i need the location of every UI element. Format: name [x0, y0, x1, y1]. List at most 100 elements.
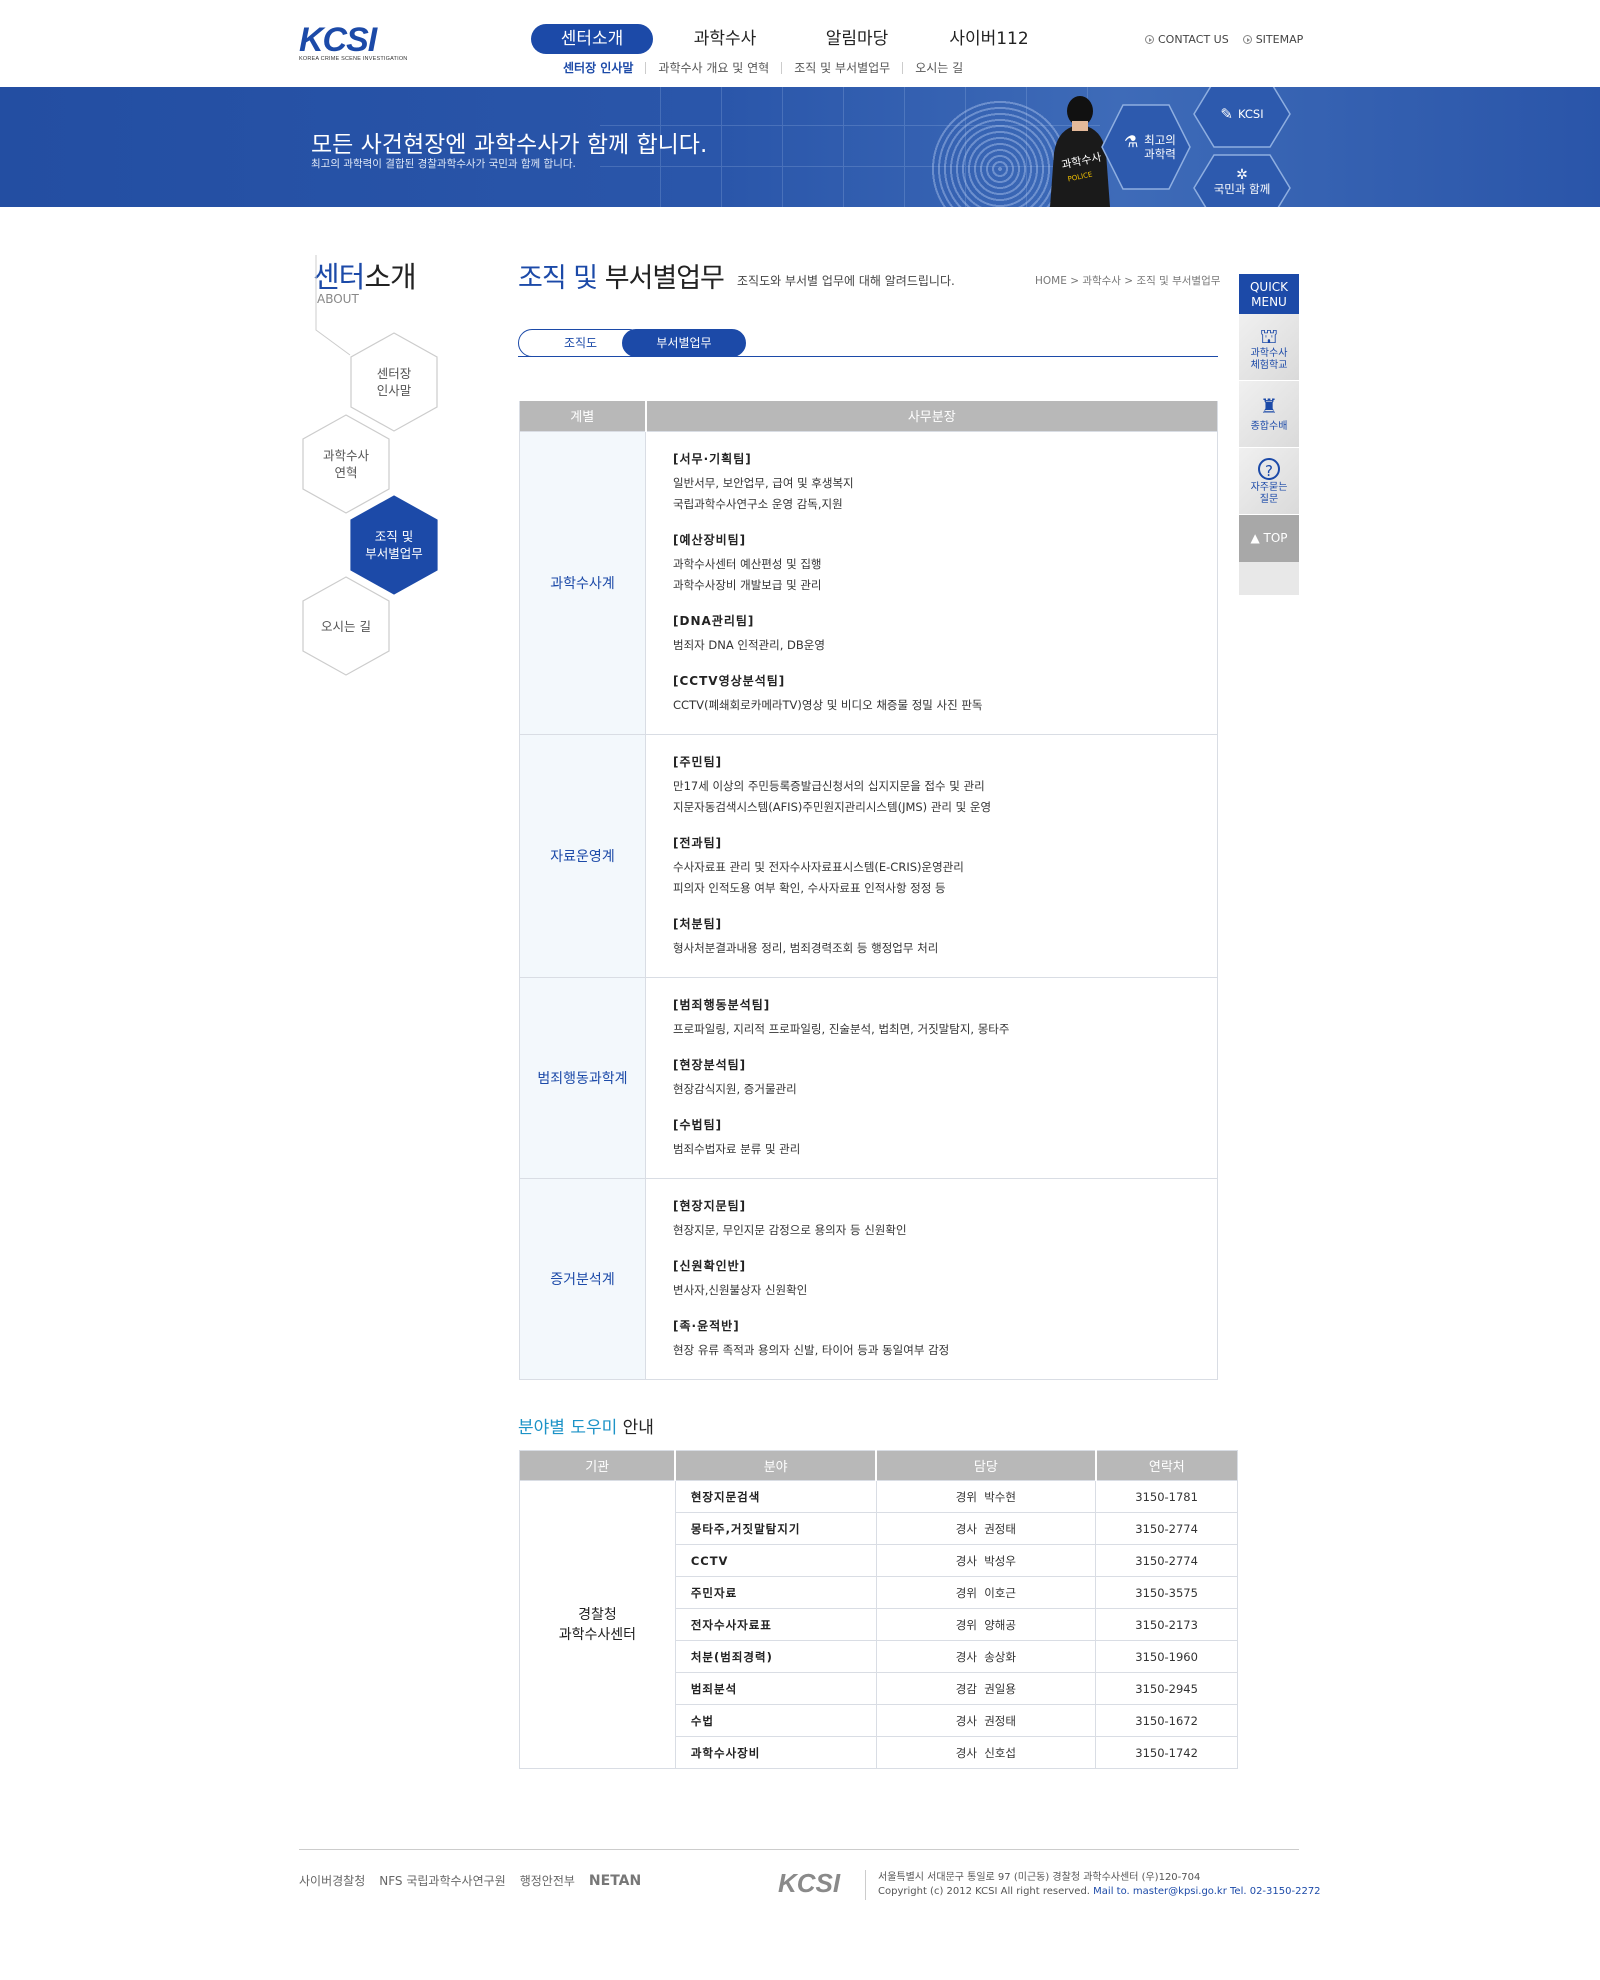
banner-hex-citizens[interactable]: ✲ 국민과 함께 [1192, 153, 1292, 207]
team-name: [전과팀] [673, 835, 723, 850]
team-duty-line: 국립과학수사연구소 운영 감독,지원 [673, 496, 843, 511]
team-duty-line: 만17세 이상의 주민등록증발급신청서의 십지지문을 접수 및 관리 [673, 778, 985, 793]
team-name: [범죄행동분석팀] [673, 997, 771, 1012]
breadcrumb: HOME > 과학수사 > 조직 및 부서별업무 [1035, 275, 1221, 287]
team-duty-line: 피의자 인적도용 여부 확인, 수사자료표 인적사항 정정 등 [673, 880, 946, 895]
helper-section-title: 분야별 도우미 안내 [518, 1418, 654, 1438]
lnb-organization[interactable]: 조직 및 부서별업무 [781, 62, 902, 74]
helper-field: 현장지문검색 [674, 1480, 877, 1513]
helper-field: CCTV [674, 1544, 877, 1577]
helper-person: 경위 이호근 [875, 1576, 1096, 1609]
helper-person: 경감 권일용 [875, 1672, 1096, 1705]
lnb-greeting[interactable]: 센터장 인사말 [560, 62, 645, 74]
contact-us-link[interactable]: CONTACT US [1145, 33, 1229, 46]
page-description: 조직도와 부서별 업무에 대해 알려드립니다. [737, 274, 955, 288]
col-header-tel: 연락처 [1094, 1450, 1238, 1481]
helper-field: 과학수사장비 [674, 1736, 877, 1769]
gnb-forensics[interactable]: 과학수사 [665, 24, 785, 54]
duty-table: 계별 사무분장 과학수사계 [서무·기획팀] 일반서무, 보안업무, 급여 및 후생… [519, 401, 1218, 1380]
site-logo[interactable]: KCSI KOREA CRIME SCENE INVESTIGATION [299, 23, 409, 64]
team-block: [DNA관리팀] 범죄자 DNA 인적관리, DB운영 [673, 612, 1190, 656]
team-duty-line: 현장지문, 무인지문 감정으로 용의자 등 신원확인 [673, 1222, 907, 1237]
team-block: [전과팀] 수사자료표 관리 및 전자수사자료표시스템(E-CRIS)운영관리 피의… [673, 834, 1190, 899]
helper-tel: 3150-2774 [1095, 1512, 1238, 1545]
quick-experience-school[interactable]: ⛫ 과학수사 체험학교 [1239, 314, 1299, 381]
scroll-top-button[interactable]: ▲ TOP [1239, 515, 1299, 562]
team-name: [주민팀] [673, 754, 723, 769]
quick-faq[interactable]: ? 자주묻는 질문 [1239, 448, 1299, 515]
col-header-org: 기관 [519, 1450, 676, 1481]
helper-field: 처분(범죄경력) [674, 1640, 877, 1673]
nfs-logo[interactable]: NFS 국립과학수사연구원 [379, 1872, 505, 1889]
netan-logo[interactable]: NETAN [589, 1873, 641, 1889]
team-block: [주민팀] 만17세 이상의 주민등록증발급신청서의 십지지문을 접수 및 관리지… [673, 753, 1190, 818]
team-block: [예산장비팀] 과학수사센터 예산편성 및 집행 과학수사장비 개발보급 및 관리 [673, 531, 1190, 596]
team-duty-line: 과학수사센터 예산편성 및 집행 [673, 556, 822, 571]
team-block: [처분팀] 형사처분결과내용 정리, 범죄경력조회 등 행정업무 처리 [673, 915, 1190, 959]
dept-name: 범죄행동과학계 [519, 976, 646, 1178]
team-name: [서무·기획팀] [673, 451, 752, 466]
dept-row: 자료운영계 [주민팀] 만17세 이상의 주민등록증발급신청서의 십지지문을 접수 … [519, 733, 1218, 977]
footer-mail-link[interactable]: Mail to. master@kpsi.go.kr Tel. 02-3150-… [1093, 1886, 1320, 1897]
helper-person: 경사 신호섭 [875, 1736, 1096, 1769]
team-duty-line: 지문자동검색시스템(AFIS)주민원지관리시스템(JMS) 관리 및 운영 [673, 799, 992, 814]
helper-org: 경찰청 과학수사센터 [519, 1480, 676, 1769]
col-header-dept: 계별 [519, 401, 646, 431]
dept-duties: [서무·기획팀] 일반서무, 보안업무, 급여 및 후생복지국립과학수사연구소 운… [645, 430, 1218, 734]
helper-field: 범죄분석 [674, 1672, 877, 1705]
team-name: [CCTV영상분석팀] [673, 673, 786, 688]
helper-person: 경사 권정태 [875, 1704, 1096, 1737]
team-name: [수법팀] [673, 1117, 723, 1132]
helper-tel: 3150-2774 [1095, 1544, 1238, 1577]
helper-person: 경사 송상화 [875, 1640, 1096, 1673]
team-block: [족·윤적반] 현장 유류 족적과 용의자 신발, 타이어 등과 동일여부 감정 [673, 1317, 1190, 1361]
helper-person: 경사 권정태 [875, 1512, 1096, 1545]
gnb-center-intro[interactable]: 센터소개 [531, 24, 653, 54]
team-duty-line: 범죄자 DNA 인적관리, DB운영 [673, 637, 825, 652]
team-duty-line: 범죄수법자료 분류 및 관리 [673, 1141, 801, 1156]
team-duty-line: 프로파일링, 지리적 프로파일링, 진술분석, 법최면, 거짓말탐지, 몽타주 [673, 1021, 1010, 1036]
helper-field: 수법 [674, 1704, 877, 1737]
footer-partner-logos: 사이버경찰청 NFS 국립과학수사연구원 행정안전부 NETAN [299, 1872, 655, 1889]
team-duty-line: 변사자,신원불상자 신원확인 [673, 1282, 808, 1297]
team-block: [현장분석팀] 현장감식지원, 증거물관리 [673, 1056, 1190, 1100]
banner-hex-kcsi[interactable]: ✎ KCSI [1192, 87, 1292, 149]
col-header-person: 담당 [875, 1450, 1096, 1481]
team-block: [범죄행동분석팀] 프로파일링, 지리적 프로파일링, 진술분석, 법최면, 거짓… [673, 996, 1190, 1040]
tab-dept-duties[interactable]: 부서별업무 [622, 329, 746, 357]
team-block: [수법팀] 범죄수법자료 분류 및 관리 [673, 1116, 1190, 1160]
cyber-police-logo[interactable]: 사이버경찰청 [299, 1872, 365, 1889]
arrow-circle-icon [1145, 35, 1154, 44]
sitemap-link[interactable]: SITEMAP [1242, 33, 1303, 46]
side-item-directions[interactable]: 오시는 길 [300, 575, 392, 677]
banner-hex-science[interactable]: ⚗ 최고의 과학력 [1100, 101, 1192, 193]
lnb-history[interactable]: 과학수사 개요 및 연혁 [645, 62, 781, 74]
dept-row: 범죄행동과학계 [범죄행동분석팀] 프로파일링, 지리적 프로파일링, 진술분석, … [519, 976, 1218, 1178]
dept-duties: [주민팀] 만17세 이상의 주민등록증발급신청서의 십지지문을 접수 및 관리지… [645, 733, 1218, 977]
mopas-logo[interactable]: 행정안전부 [520, 1872, 575, 1889]
page-title: 조직 및 부서별업무 [518, 263, 725, 294]
footer-address: 서울특별시 서대문구 통일로 97 (미근동) 경찰청 과학수사센터 (우)12… [878, 1872, 1321, 1897]
team-block: [현장지문팀] 현장지문, 무인지문 감정으로 용의자 등 신원확인 [673, 1197, 1190, 1241]
footer-divider [299, 1849, 1299, 1850]
team-name: [예산장비팀] [673, 532, 747, 547]
team-block: [신원확인반] 변사자,신원불상자 신원확인 [673, 1257, 1190, 1301]
helper-row: 경찰청 과학수사센터 현장지문검색 경위 박수현 3150-1781 [519, 1480, 1238, 1769]
team-duty-line: 일반서무, 보안업무, 급여 및 후생복지 [673, 475, 854, 490]
team-block: [CCTV영상분석팀] CCTV(폐쇄회로카메라TV)영상 및 비디오 채증물 정… [673, 672, 1190, 716]
helper-field: 전자수사자료표 [674, 1608, 877, 1641]
helper-table: 기관 분야 담당 연락처 경찰청 과학수사센터 현장지문검색 경위 박수현 3150-… [519, 1450, 1238, 1769]
page: KCSI KOREA CRIME SCENE INVESTIGATION 센터소… [0, 0, 1600, 1980]
utility-links: CONTACT US SITEMAP [1145, 33, 1317, 46]
footer-kcsi-logo: KCSI [778, 1868, 841, 1898]
helper-tel: 3150-2945 [1095, 1672, 1238, 1705]
lnb-directions[interactable]: 오시는 길 [902, 62, 975, 74]
banner-title: 모든 사건현장엔 과학수사가 함께 합니다. [311, 132, 708, 158]
footer-vertical-divider [865, 1870, 866, 1900]
tools-icon: ✎ [1220, 105, 1233, 123]
team-name: [족·윤적반] [673, 1318, 740, 1333]
quick-wanted[interactable]: ♜ 종합수배 [1239, 381, 1299, 448]
gear-icon: ✲ [1236, 167, 1248, 183]
gnb-notice[interactable]: 알림마당 [797, 24, 917, 54]
gnb-cyber112[interactable]: 사이버112 [929, 24, 1049, 54]
